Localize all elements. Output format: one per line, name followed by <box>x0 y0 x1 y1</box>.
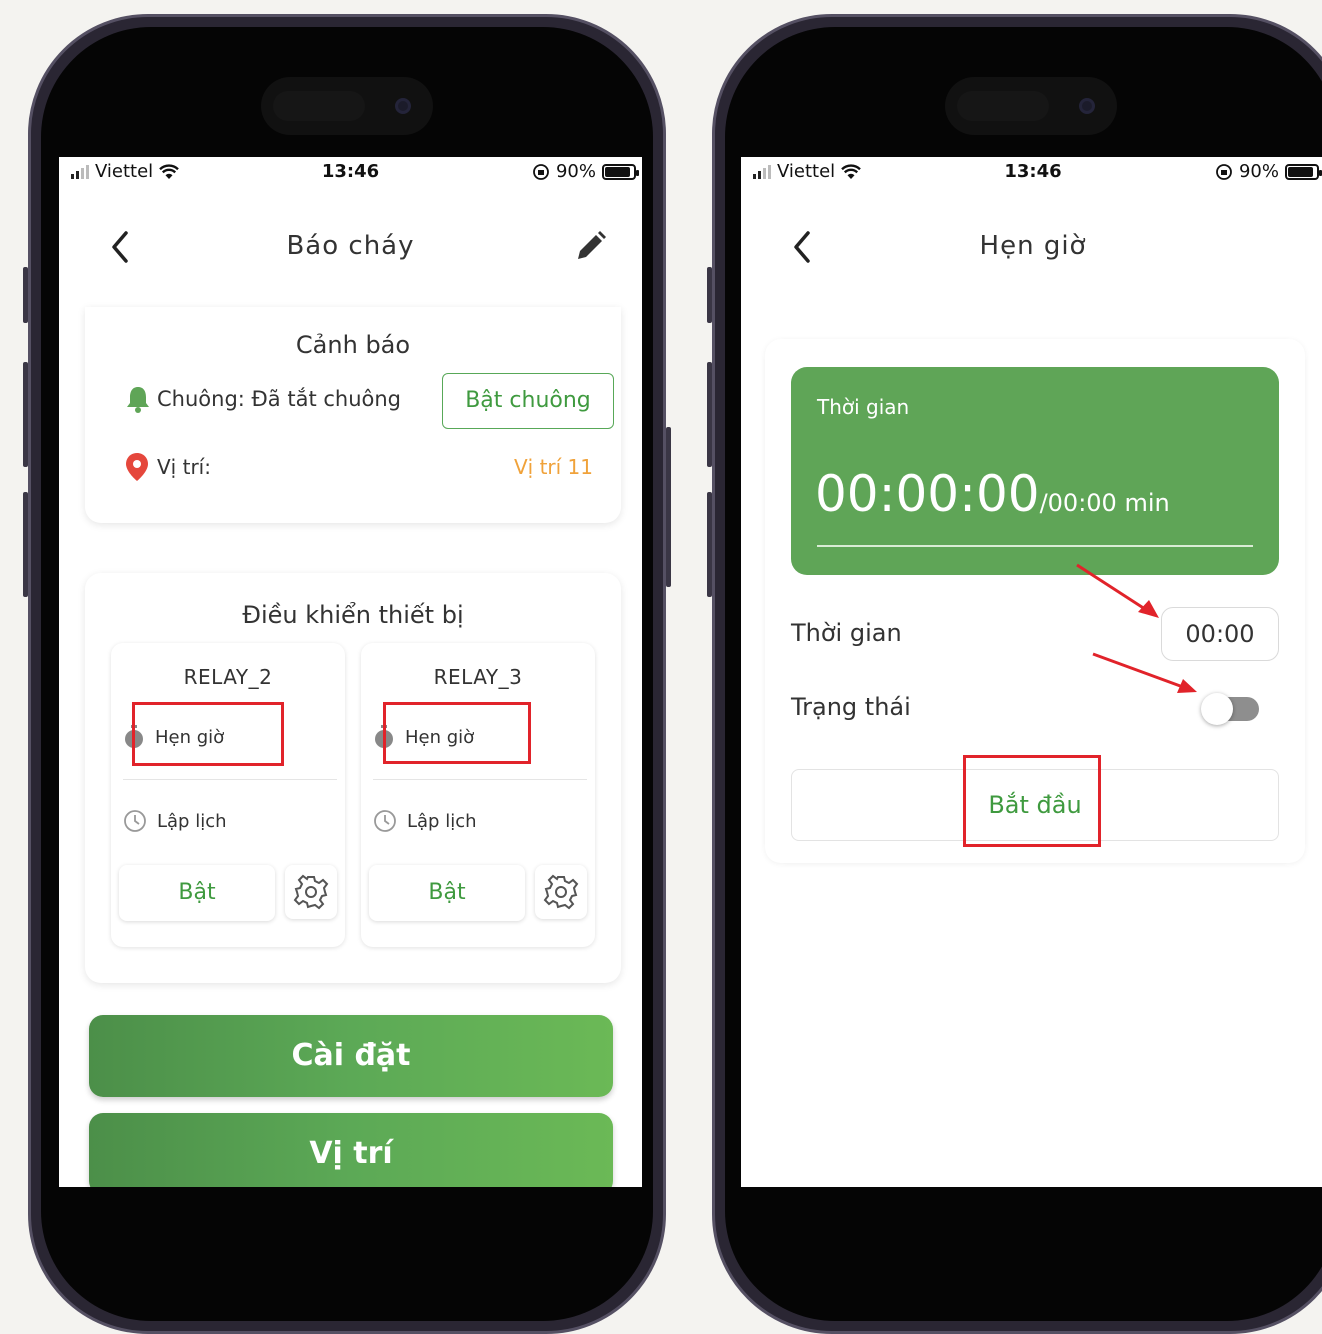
relay-on-button[interactable]: Bật <box>369 865 525 921</box>
clock-icon <box>374 810 396 832</box>
side-button <box>707 492 712 597</box>
pencil-icon[interactable] <box>572 229 608 265</box>
timer-display-label: Thời gian <box>817 395 910 419</box>
camera-icon <box>1079 98 1095 114</box>
side-button <box>23 492 28 597</box>
location-label: Vị trí: <box>157 455 211 479</box>
clock-icon <box>124 810 146 832</box>
device-control-title: Điều khiển thiết bị <box>242 601 464 629</box>
relay-settings-button[interactable] <box>285 865 337 919</box>
schedule-label: Lập lịch <box>157 810 227 832</box>
page-title: Báo cháy <box>286 231 415 261</box>
gear-icon <box>543 874 579 910</box>
page-title: Hẹn giờ <box>979 231 1087 261</box>
screen-hen-gio: Viettel 13:46 90% Hẹn giờ Thời gian 00:0… <box>741 157 1322 1187</box>
nav-bar: Hẹn giờ <box>741 217 1322 277</box>
camera-icon <box>395 98 411 114</box>
location-row: Vị trí: <box>125 452 211 482</box>
device-control-card: Điều khiển thiết bị RELAY_2 Hẹn giờ Lập … <box>85 573 621 983</box>
bell-row: Chuông: Đã tắt chuông <box>125 385 401 413</box>
settings-button[interactable]: Cài đặt <box>89 1015 613 1097</box>
timer-progress-line <box>817 545 1253 547</box>
battery-icon <box>1285 163 1322 180</box>
phone-frame-left: Viettel 13:46 90% Báo cháy Cảnh báo Chuô… <box>23 14 671 1334</box>
side-button <box>707 362 712 467</box>
divider <box>123 779 337 780</box>
divider <box>373 779 587 780</box>
location-button[interactable]: Vị trí <box>89 1113 613 1187</box>
schedule-item[interactable]: Lập lịch <box>373 809 477 833</box>
timer-countdown: 00:00:00 <box>815 465 1040 523</box>
battery-percent: 90% <box>555 161 596 182</box>
relay-settings-button[interactable] <box>535 865 587 919</box>
orientation-lock-icon <box>1216 163 1232 180</box>
highlight-box <box>963 755 1101 847</box>
gear-icon <box>293 874 329 910</box>
bell-icon <box>127 387 149 413</box>
relay-on-button[interactable]: Bật <box>119 865 275 921</box>
location-value: Vị trí 11 <box>513 455 593 479</box>
highlight-box <box>383 702 531 764</box>
phone-frame-right: Viettel 13:46 90% Hẹn giờ Thời gian 00:0… <box>707 14 1322 1334</box>
status-bar: Viettel 13:46 90% <box>741 157 1322 189</box>
side-button <box>23 267 28 323</box>
schedule-item[interactable]: Lập lịch <box>123 809 227 833</box>
relay-name: RELAY_3 <box>433 665 523 689</box>
time-input[interactable]: 00:00 <box>1161 607 1279 661</box>
timer-display-value: 00:00:00/00:00 min <box>815 465 1170 523</box>
alert-title: Cảnh báo <box>295 331 411 359</box>
time-row-label: Thời gian <box>791 619 902 647</box>
orientation-lock-icon <box>533 163 549 180</box>
relay-card: RELAY_3 Hẹn giờ Lập lịch Bật <box>361 643 595 947</box>
status-bar: Viettel 13:46 90% <box>59 157 642 189</box>
relay-card: RELAY_2 Hẹn giờ Lập lịch Bật <box>111 643 345 947</box>
dynamic-island <box>261 77 433 135</box>
relay-name: RELAY_2 <box>183 665 273 689</box>
side-button <box>23 362 28 467</box>
screen-bao-chay: Viettel 13:46 90% Báo cháy Cảnh báo Chuô… <box>59 157 642 1187</box>
location-pin-icon <box>126 453 148 481</box>
timer-display-card: Thời gian 00:00:00/00:00 min <box>791 367 1279 575</box>
bell-status-label: Chuông: Đã tắt chuông <box>157 387 402 411</box>
battery-icon <box>602 163 639 180</box>
state-row-label: Trạng thái <box>791 693 911 721</box>
battery-percent: 90% <box>1238 161 1279 182</box>
dynamic-island <box>945 77 1117 135</box>
bell-on-button[interactable]: Bật chuông <box>442 373 614 429</box>
side-button <box>666 427 671 587</box>
nav-bar: Báo cháy <box>59 217 642 277</box>
toggle-knob <box>1201 693 1233 725</box>
alert-card: Cảnh báo Chuông: Đã tắt chuông Bật chuôn… <box>85 307 621 523</box>
timer-duration: /00:00 min <box>1039 489 1170 517</box>
schedule-label: Lập lịch <box>407 810 477 832</box>
side-button <box>707 267 712 323</box>
state-toggle[interactable] <box>1201 693 1259 725</box>
highlight-box <box>132 702 284 766</box>
